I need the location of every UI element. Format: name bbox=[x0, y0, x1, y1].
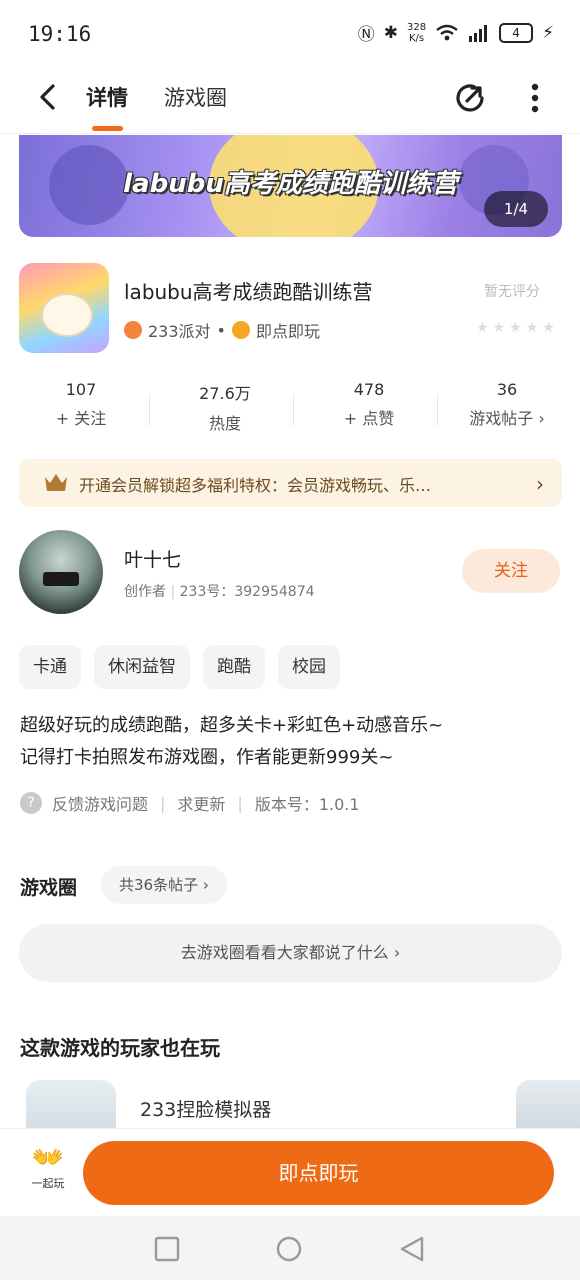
recommended-game-thumbnail[interactable] bbox=[26, 1080, 116, 1130]
star-icon: ★ bbox=[492, 320, 506, 336]
home-icon[interactable] bbox=[276, 1236, 302, 1262]
back-arrow-icon[interactable] bbox=[34, 82, 64, 112]
version-text: 版本号：1.0.1 bbox=[254, 795, 360, 814]
clapping-hands-icon: 👐 bbox=[31, 1143, 65, 1173]
star-icon: ★ bbox=[542, 320, 555, 336]
star-icon: ★ bbox=[509, 320, 522, 336]
wifi-icon bbox=[436, 24, 458, 40]
game-description: 超级好玩的成绩跑酷，超多关卡+彩虹色+动感音乐~ 记得打卡拍照发布游戏圈，作者能… bbox=[20, 710, 560, 774]
tag-campus[interactable]: 校园 bbox=[278, 645, 340, 689]
stat-like[interactable]: 478 + 点赞 bbox=[309, 380, 429, 429]
stat-value: 478 bbox=[353, 380, 385, 399]
status-time: 19:16 bbox=[28, 22, 92, 46]
stat-value: 36 bbox=[496, 380, 518, 399]
tag-parkour[interactable]: 跑酷 bbox=[203, 645, 265, 689]
game-meta: 233派对 • 即点即玩 bbox=[124, 318, 320, 342]
bluetooth-icon: ✱ bbox=[383, 22, 398, 43]
author-info: 创作者 | 233号：392954874 bbox=[124, 584, 315, 600]
battery-icon: 4 bbox=[499, 22, 534, 43]
instant-play-button[interactable]: 即点即玩 bbox=[83, 1141, 554, 1205]
active-tab-indicator bbox=[92, 126, 123, 131]
recommended-game-thumbnail[interactable] bbox=[516, 1080, 580, 1130]
stat-game-posts[interactable]: 36 游戏帖子 › bbox=[447, 380, 567, 429]
author-avatar[interactable] bbox=[19, 530, 103, 614]
tab-game-circle[interactable]: 游戏圈 bbox=[164, 82, 227, 112]
author-role: 创作者 bbox=[124, 584, 166, 600]
party-icon bbox=[124, 321, 142, 339]
star-icon: ★ bbox=[525, 320, 539, 336]
stat-value: 107 bbox=[65, 380, 97, 399]
avatar-mask-detail bbox=[43, 572, 79, 586]
game-icon bbox=[19, 263, 109, 353]
stat-follow[interactable]: 107 + 关注 bbox=[21, 380, 141, 429]
game-tags: 卡通 休闲益智 跑酷 校园 bbox=[19, 645, 340, 689]
star-icon: ★ bbox=[476, 320, 489, 336]
stat-heat: 27.6万 热度 bbox=[165, 380, 285, 434]
play-together-button[interactable]: 👐 一起玩 bbox=[26, 1143, 70, 1191]
go-to-game-circle-button[interactable]: 去游戏圈看看大家都说了什么 › bbox=[19, 924, 562, 982]
game-circle-post-count[interactable]: 共36条帖子 › bbox=[101, 866, 227, 904]
crown-icon bbox=[45, 474, 67, 491]
instant-play-icon bbox=[231, 321, 250, 339]
chevron-right-icon: › bbox=[536, 472, 544, 496]
back-icon[interactable] bbox=[399, 1236, 425, 1262]
stat-divider bbox=[293, 394, 294, 426]
stat-divider bbox=[149, 394, 150, 426]
top-nav-bar: 详情 游戏圈 bbox=[0, 68, 580, 134]
rating-stars: ★ ★ ★ ★ ★ bbox=[476, 320, 555, 336]
stat-divider bbox=[437, 394, 438, 426]
vip-promo-bar[interactable]: 开通会员解锁超多福利特权：会员游戏畅玩、乐… › bbox=[19, 459, 562, 507]
report-issue-link[interactable]: 反馈游戏问题 bbox=[52, 791, 148, 815]
tab-details[interactable]: 详情 bbox=[86, 82, 128, 112]
game-rating-text: 暂无评分 bbox=[484, 284, 540, 300]
request-update-link[interactable]: 求更新 bbox=[177, 791, 225, 815]
game-title: labubu高考成绩跑酷训练营 bbox=[124, 280, 373, 304]
signal-icon bbox=[469, 24, 488, 42]
more-options-icon[interactable] bbox=[520, 80, 550, 116]
game-play-mode: 即点即玩 bbox=[255, 322, 320, 341]
question-icon: ? bbox=[20, 792, 42, 814]
stats-row: 107 + 关注 27.6万 热度 478 + 点赞 36 游戏帖子 › bbox=[0, 380, 580, 440]
recommended-game-name[interactable]: 233捏脸模拟器 bbox=[140, 1095, 271, 1122]
status-bar: 19:16 Ⓝ ✱ 328 K/s 4 ⚡ bbox=[0, 0, 580, 68]
tag-casual-puzzle[interactable]: 休闲益智 bbox=[94, 645, 190, 689]
description-line: 超级好玩的成绩跑酷，超多关卡+彩虹色+动感音乐~ bbox=[20, 715, 444, 736]
bottom-action-bar: 👐 一起玩 即点即玩 bbox=[0, 1128, 580, 1216]
also-playing-heading: 这款游戏的玩家也在玩 bbox=[20, 1036, 220, 1060]
banner-title: labubu高考成绩跑酷训练营 bbox=[123, 169, 458, 199]
description-line: 记得打卡拍照发布游戏圈，作者能更新999关~ bbox=[20, 747, 394, 768]
follow-author-button[interactable]: 关注 bbox=[462, 549, 560, 593]
share-icon[interactable] bbox=[452, 80, 488, 116]
system-nav-bar bbox=[0, 1216, 580, 1280]
play-together-label: 一起玩 bbox=[31, 1177, 65, 1190]
meta-dot: • bbox=[216, 320, 226, 340]
separator: | bbox=[160, 793, 166, 813]
author-name[interactable]: 叶十七 bbox=[124, 545, 181, 572]
stat-value: 27.6万 bbox=[199, 384, 251, 403]
recent-apps-icon[interactable] bbox=[154, 1236, 180, 1262]
stat-label: 热度 bbox=[208, 414, 241, 433]
stat-label: + 点赞 bbox=[343, 409, 395, 428]
nfc-icon: Ⓝ bbox=[357, 25, 375, 45]
game-banner-carousel[interactable]: labubu高考成绩跑酷训练营 1/4 bbox=[19, 135, 562, 237]
banner-page-counter: 1/4 bbox=[484, 191, 548, 227]
game-circle-heading: 游戏圈 bbox=[20, 877, 78, 899]
network-speed: 328 K/s bbox=[406, 21, 427, 44]
vip-promo-text: 开通会员解锁超多福利特权：会员游戏畅玩、乐… bbox=[79, 476, 432, 495]
author-id: 233号：392954874 bbox=[179, 584, 315, 600]
tag-cartoon[interactable]: 卡通 bbox=[19, 645, 81, 689]
status-icons: Ⓝ ✱ 328 K/s 4 ⚡ bbox=[357, 20, 554, 46]
stat-label: + 关注 bbox=[55, 409, 107, 428]
game-publisher: 233派对 bbox=[148, 322, 211, 341]
game-icon-character bbox=[41, 293, 93, 337]
stat-label: 游戏帖子 › bbox=[469, 409, 545, 428]
charging-icon: ⚡ bbox=[542, 22, 554, 43]
separator: | bbox=[237, 793, 243, 813]
feedback-row: ? 反馈游戏问题 | 求更新 | 版本号：1.0.1 bbox=[20, 791, 360, 815]
